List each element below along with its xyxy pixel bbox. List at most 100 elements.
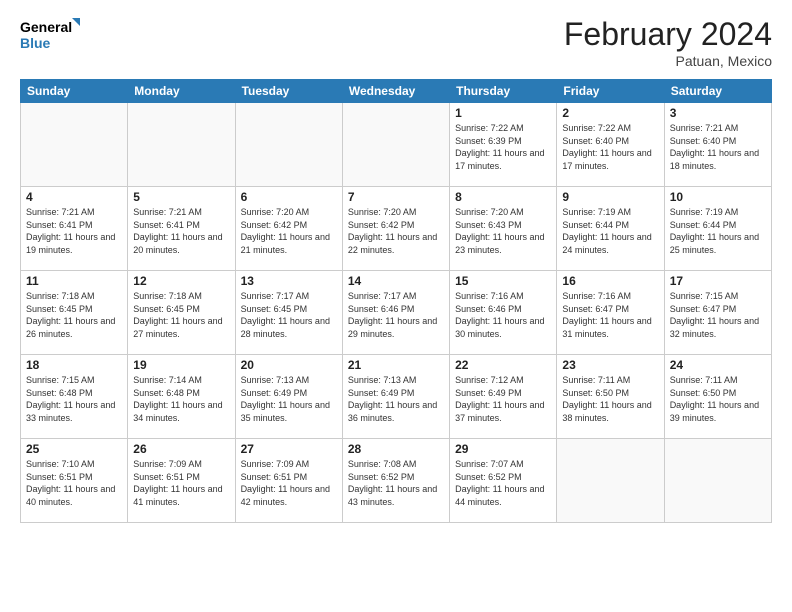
- day-info: Sunrise: 7:22 AMSunset: 6:39 PMDaylight:…: [455, 122, 551, 172]
- day-number: 28: [348, 442, 444, 456]
- day-number: 19: [133, 358, 229, 372]
- location-subtitle: Patuan, Mexico: [564, 53, 772, 69]
- calendar-day-cell: 10 Sunrise: 7:19 AMSunset: 6:44 PMDayligh…: [664, 187, 771, 271]
- day-info: Sunrise: 7:13 AMSunset: 6:49 PMDaylight:…: [241, 374, 337, 424]
- day-info: Sunrise: 7:16 AMSunset: 6:47 PMDaylight:…: [562, 290, 658, 340]
- day-info: Sunrise: 7:22 AMSunset: 6:40 PMDaylight:…: [562, 122, 658, 172]
- calendar-week-row: 1 Sunrise: 7:22 AMSunset: 6:39 PMDaylight…: [21, 103, 772, 187]
- day-info: Sunrise: 7:18 AMSunset: 6:45 PMDaylight:…: [133, 290, 229, 340]
- calendar-day-cell: 6Sunrise: 7:20 AMSunset: 6:42 PMDaylight…: [235, 187, 342, 271]
- calendar-day-cell: 28 Sunrise: 7:08 AMSunset: 6:52 PMDayligh…: [342, 439, 449, 523]
- calendar-day-cell: 5 Sunrise: 7:21 AMSunset: 6:41 PMDaylight…: [128, 187, 235, 271]
- day-number: 23: [562, 358, 658, 372]
- calendar-day-cell: 4Sunrise: 7:21 AMSunset: 6:41 PMDaylight…: [21, 187, 128, 271]
- page: General Blue February 2024 Patuan, Mexic…: [0, 0, 792, 612]
- day-info: Sunrise: 7:08 AMSunset: 6:52 PMDaylight:…: [348, 458, 444, 508]
- day-info: Sunrise: 7:19 AMSunset: 6:44 PMDaylight:…: [670, 206, 766, 256]
- day-info: Sunrise: 7:20 AMSunset: 6:42 PMDaylight:…: [348, 206, 444, 256]
- calendar-day-cell: 12 Sunrise: 7:18 AMSunset: 6:45 PMDayligh…: [128, 271, 235, 355]
- calendar-day-cell: [128, 103, 235, 187]
- calendar-day-cell: [342, 103, 449, 187]
- calendar-day-cell: 8 Sunrise: 7:20 AMSunset: 6:43 PMDaylight…: [450, 187, 557, 271]
- day-number: 2: [562, 106, 658, 120]
- day-number: 25: [26, 442, 122, 456]
- day-info: Sunrise: 7:07 AMSunset: 6:52 PMDaylight:…: [455, 458, 551, 508]
- svg-text:Blue: Blue: [20, 35, 51, 51]
- day-info: Sunrise: 7:14 AMSunset: 6:48 PMDaylight:…: [133, 374, 229, 424]
- day-info: Sunrise: 7:17 AMSunset: 6:45 PMDaylight:…: [241, 290, 337, 340]
- col-thursday: Thursday: [450, 80, 557, 103]
- calendar-week-row: 11 Sunrise: 7:18 AMSunset: 6:45 PMDayligh…: [21, 271, 772, 355]
- day-number: 17: [670, 274, 766, 288]
- day-info: Sunrise: 7:17 AMSunset: 6:46 PMDaylight:…: [348, 290, 444, 340]
- day-info: Sunrise: 7:15 AMSunset: 6:47 PMDaylight:…: [670, 290, 766, 340]
- col-sunday: Sunday: [21, 80, 128, 103]
- calendar-day-cell: [21, 103, 128, 187]
- day-info: Sunrise: 7:12 AMSunset: 6:49 PMDaylight:…: [455, 374, 551, 424]
- calendar-day-cell: 14 Sunrise: 7:17 AMSunset: 6:46 PMDayligh…: [342, 271, 449, 355]
- calendar-day-cell: 23 Sunrise: 7:11 AMSunset: 6:50 PMDayligh…: [557, 355, 664, 439]
- calendar-day-cell: 7 Sunrise: 7:20 AMSunset: 6:42 PMDaylight…: [342, 187, 449, 271]
- calendar-day-cell: 15 Sunrise: 7:16 AMSunset: 6:46 PMDayligh…: [450, 271, 557, 355]
- calendar-day-cell: 3Sunrise: 7:21 AMSunset: 6:40 PMDaylight…: [664, 103, 771, 187]
- header: General Blue February 2024 Patuan, Mexic…: [20, 16, 772, 69]
- day-number: 15: [455, 274, 551, 288]
- calendar-day-cell: 22Sunrise: 7:12 AMSunset: 6:49 PMDayligh…: [450, 355, 557, 439]
- calendar-day-cell: 13 Sunrise: 7:17 AMSunset: 6:45 PMDayligh…: [235, 271, 342, 355]
- day-info: Sunrise: 7:13 AMSunset: 6:49 PMDaylight:…: [348, 374, 444, 424]
- calendar-day-cell: 17 Sunrise: 7:15 AMSunset: 6:47 PMDayligh…: [664, 271, 771, 355]
- calendar-day-cell: 16 Sunrise: 7:16 AMSunset: 6:47 PMDayligh…: [557, 271, 664, 355]
- day-number: 16: [562, 274, 658, 288]
- day-number: 10: [670, 190, 766, 204]
- day-number: 7: [348, 190, 444, 204]
- day-number: 14: [348, 274, 444, 288]
- day-info: Sunrise: 7:11 AMSunset: 6:50 PMDaylight:…: [670, 374, 766, 424]
- day-number: 1: [455, 106, 551, 120]
- day-info: Sunrise: 7:20 AMSunset: 6:43 PMDaylight:…: [455, 206, 551, 256]
- col-friday: Friday: [557, 80, 664, 103]
- day-info: Sunrise: 7:21 AMSunset: 6:41 PMDaylight:…: [133, 206, 229, 256]
- day-number: 6: [241, 190, 337, 204]
- calendar-day-cell: [664, 439, 771, 523]
- calendar-day-cell: 29 Sunrise: 7:07 AMSunset: 6:52 PMDayligh…: [450, 439, 557, 523]
- calendar-header-row: Sunday Monday Tuesday Wednesday Thursday…: [21, 80, 772, 103]
- day-info: Sunrise: 7:19 AMSunset: 6:44 PMDaylight:…: [562, 206, 658, 256]
- day-number: 11: [26, 274, 122, 288]
- calendar-day-cell: 18Sunrise: 7:15 AMSunset: 6:48 PMDayligh…: [21, 355, 128, 439]
- calendar-day-cell: 26 Sunrise: 7:09 AMSunset: 6:51 PMDayligh…: [128, 439, 235, 523]
- logo: General Blue: [20, 16, 80, 52]
- day-number: 24: [670, 358, 766, 372]
- day-number: 29: [455, 442, 551, 456]
- day-number: 8: [455, 190, 551, 204]
- day-info: Sunrise: 7:10 AMSunset: 6:51 PMDaylight:…: [26, 458, 122, 508]
- col-saturday: Saturday: [664, 80, 771, 103]
- day-info: Sunrise: 7:16 AMSunset: 6:46 PMDaylight:…: [455, 290, 551, 340]
- calendar-week-row: 18Sunrise: 7:15 AMSunset: 6:48 PMDayligh…: [21, 355, 772, 439]
- calendar-table: Sunday Monday Tuesday Wednesday Thursday…: [20, 79, 772, 523]
- calendar-day-cell: 25 Sunrise: 7:10 AMSunset: 6:51 PMDayligh…: [21, 439, 128, 523]
- calendar-week-row: 25 Sunrise: 7:10 AMSunset: 6:51 PMDayligh…: [21, 439, 772, 523]
- day-number: 5: [133, 190, 229, 204]
- day-number: 12: [133, 274, 229, 288]
- col-wednesday: Wednesday: [342, 80, 449, 103]
- day-info: Sunrise: 7:21 AMSunset: 6:40 PMDaylight:…: [670, 122, 766, 172]
- calendar-day-cell: 24 Sunrise: 7:11 AMSunset: 6:50 PMDayligh…: [664, 355, 771, 439]
- col-tuesday: Tuesday: [235, 80, 342, 103]
- calendar-day-cell: 9 Sunrise: 7:19 AMSunset: 6:44 PMDaylight…: [557, 187, 664, 271]
- day-number: 9: [562, 190, 658, 204]
- day-info: Sunrise: 7:09 AMSunset: 6:51 PMDaylight:…: [133, 458, 229, 508]
- calendar-day-cell: [235, 103, 342, 187]
- month-year-title: February 2024: [564, 16, 772, 53]
- day-info: Sunrise: 7:18 AMSunset: 6:45 PMDaylight:…: [26, 290, 122, 340]
- col-monday: Monday: [128, 80, 235, 103]
- day-info: Sunrise: 7:11 AMSunset: 6:50 PMDaylight:…: [562, 374, 658, 424]
- day-info: Sunrise: 7:15 AMSunset: 6:48 PMDaylight:…: [26, 374, 122, 424]
- day-number: 4: [26, 190, 122, 204]
- title-block: February 2024 Patuan, Mexico: [564, 16, 772, 69]
- day-number: 26: [133, 442, 229, 456]
- calendar-day-cell: 2 Sunrise: 7:22 AMSunset: 6:40 PMDaylight…: [557, 103, 664, 187]
- calendar-day-cell: 27Sunrise: 7:09 AMSunset: 6:51 PMDayligh…: [235, 439, 342, 523]
- calendar-day-cell: [557, 439, 664, 523]
- day-number: 20: [241, 358, 337, 372]
- day-number: 13: [241, 274, 337, 288]
